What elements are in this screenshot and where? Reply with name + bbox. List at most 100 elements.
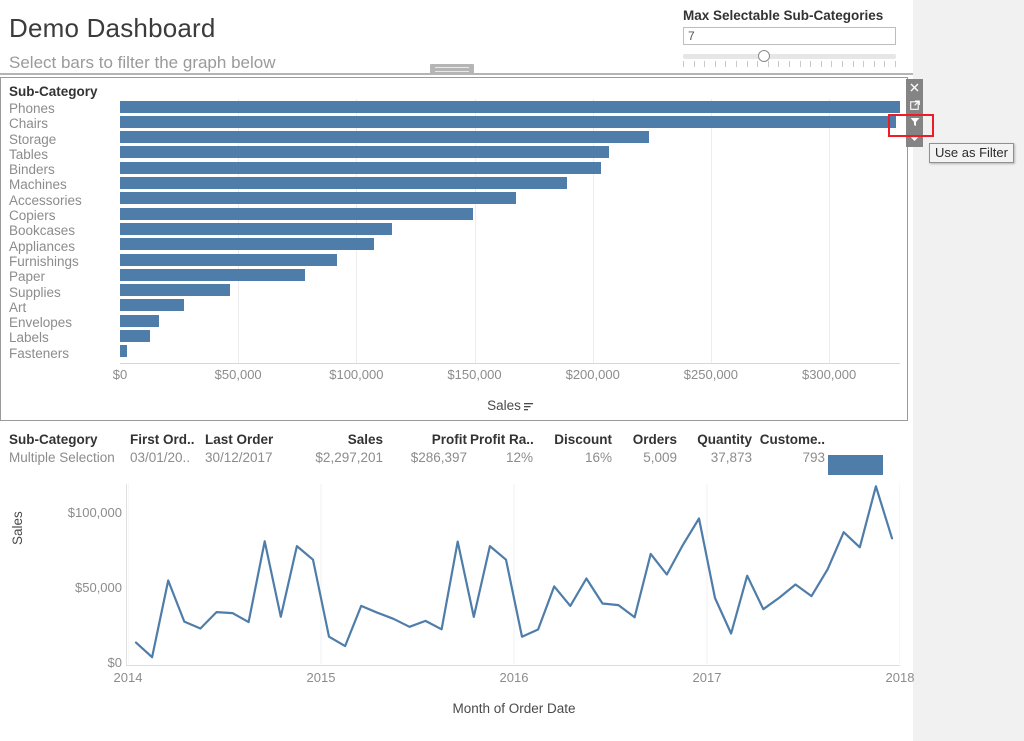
bar-category-label[interactable]: Storage <box>9 132 115 147</box>
slider-tick <box>852 61 854 67</box>
bar[interactable] <box>120 115 897 128</box>
bar-row[interactable] <box>120 283 900 298</box>
summary-column: First Ord.. 03/01/20.. <box>130 432 202 465</box>
bar-category-label[interactable]: Art <box>9 300 115 315</box>
line-chart-plot[interactable] <box>127 484 901 664</box>
bar[interactable] <box>120 177 568 190</box>
summary-column-header: First Ord.. <box>130 432 195 447</box>
bar-row[interactable] <box>120 145 900 160</box>
bar-row[interactable] <box>120 114 900 129</box>
page-title: Demo Dashboard <box>9 13 216 43</box>
bar-axis-title-text: Sales <box>487 398 521 413</box>
bar-category-label[interactable]: Supplies <box>9 285 115 300</box>
slider-tick <box>841 61 843 67</box>
bar-category-label[interactable]: Tables <box>9 147 115 162</box>
summary-column-value: 30/12/2017 <box>205 450 273 465</box>
axis-tick-label: 2017 <box>692 670 722 685</box>
bar-row[interactable] <box>120 206 900 221</box>
slider-tick <box>884 61 886 67</box>
axis-tick-label: 2015 <box>306 670 336 685</box>
bar[interactable] <box>120 299 185 312</box>
bar-category-label[interactable]: Bookcases <box>9 223 115 238</box>
slider-tick <box>831 61 833 67</box>
bar[interactable] <box>120 238 375 251</box>
slider-tick <box>725 61 727 67</box>
bar-row[interactable] <box>120 130 900 145</box>
summary-column-header: Last Order <box>205 432 274 447</box>
slider-tick <box>746 61 748 67</box>
handle-grip-line <box>435 67 469 68</box>
slider-tick <box>735 61 737 67</box>
bar-row[interactable] <box>120 344 900 359</box>
bar[interactable] <box>120 146 610 159</box>
bar-row[interactable] <box>120 252 900 267</box>
summary-column: Last Order 30/12/2017 <box>205 432 293 465</box>
parameter-value-input[interactable] <box>683 27 896 45</box>
handle-grip-line <box>435 71 469 72</box>
bar-category-label[interactable]: Binders <box>9 162 115 177</box>
slider-tick <box>683 61 684 67</box>
bar[interactable] <box>120 161 601 174</box>
bar-row[interactable] <box>120 160 900 175</box>
line-series-svg <box>127 484 901 664</box>
bar-row[interactable] <box>120 175 900 190</box>
bar-category-label[interactable]: Fasteners <box>9 346 115 361</box>
popout-icon[interactable] <box>906 96 923 113</box>
bar[interactable] <box>120 100 901 113</box>
bar[interactable] <box>120 268 306 281</box>
axis-tick-label: 2016 <box>499 670 529 685</box>
axis-tick-label: $200,000 <box>565 367 620 382</box>
summary-column-header: Discount <box>554 432 612 447</box>
bar-row[interactable] <box>120 237 900 252</box>
bar[interactable] <box>120 330 150 343</box>
max-selectable-parameter: Max Selectable Sub-Categories <box>683 8 898 71</box>
line-y-axis-ticks: $0 $50,000 $100,000 <box>30 484 122 670</box>
axis-tick-label: $250,000 <box>683 367 739 382</box>
bar-row[interactable] <box>120 328 900 343</box>
bar-row[interactable] <box>120 221 900 236</box>
bar-category-label[interactable]: Labels <box>9 330 115 345</box>
bar-category-label[interactable]: Furnishings <box>9 254 115 269</box>
parameter-slider[interactable] <box>683 50 896 71</box>
close-icon[interactable] <box>906 79 923 96</box>
bar-category-label[interactable]: Chairs <box>9 116 115 131</box>
bar-row[interactable] <box>120 298 900 313</box>
slider-track[interactable] <box>683 54 896 59</box>
bar-category-label[interactable]: Paper <box>9 269 115 284</box>
summary-column-header: Quantity <box>697 432 752 447</box>
bar[interactable] <box>120 345 128 358</box>
line-y-axis-title: Sales <box>10 511 25 545</box>
bar-category-label[interactable]: Phones <box>9 101 115 116</box>
dashboard-root: Demo Dashboard Select bars to filter the… <box>0 0 1024 741</box>
bar[interactable] <box>120 253 337 266</box>
bar-row[interactable] <box>120 99 901 114</box>
axis-tick-label: $100,000 <box>329 367 384 382</box>
bar-category-label[interactable]: Appliances <box>9 239 115 254</box>
summary-column-header: Custome.. <box>759 432 825 447</box>
summary-column-value: 5,009 <box>643 450 677 465</box>
bar[interactable] <box>120 222 392 235</box>
parameter-label: Max Selectable Sub-Categories <box>683 8 884 23</box>
bar-category-label[interactable]: Accessories <box>9 193 115 208</box>
slider-handle[interactable] <box>757 50 770 62</box>
sort-descending-icon[interactable] <box>523 399 533 414</box>
summary-column-header: Orders <box>632 432 677 447</box>
bar[interactable] <box>120 207 474 220</box>
bar[interactable] <box>120 314 159 327</box>
bar-row[interactable] <box>120 267 900 282</box>
slider-ticks <box>683 61 896 68</box>
summary-column: Orders 5,009 <box>615 432 677 465</box>
bar[interactable] <box>120 131 650 144</box>
bar-category-label[interactable]: Copiers <box>9 208 115 223</box>
slider-tick <box>704 61 706 67</box>
bar-category-label[interactable]: Machines <box>9 177 115 192</box>
bar-row[interactable] <box>120 313 900 328</box>
axis-tick-label: $50,000 <box>75 580 122 595</box>
bar-category-label[interactable]: Envelopes <box>9 315 115 330</box>
panel-resize-handle[interactable] <box>430 64 474 75</box>
bar[interactable] <box>120 284 231 297</box>
slider-tick <box>820 61 822 67</box>
bar-chart-bars[interactable] <box>120 99 901 363</box>
bar-row[interactable] <box>120 191 900 206</box>
bar[interactable] <box>120 192 516 205</box>
